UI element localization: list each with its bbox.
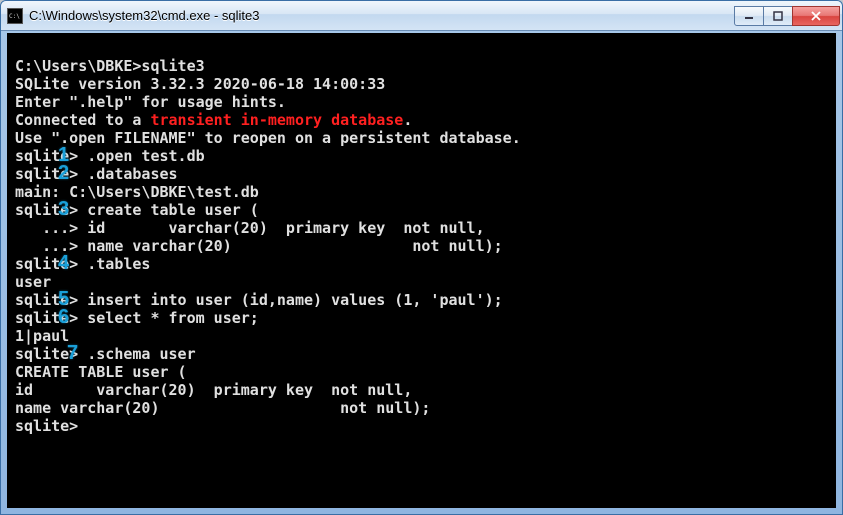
titlebar[interactable]: C:\Windows\system32\cmd.exe - sqlite3 [1, 1, 842, 31]
maximize-button[interactable] [763, 6, 793, 26]
terminal-line: sqlite> [15, 417, 828, 435]
terminal-line: CREATE TABLE user ( [15, 363, 828, 381]
terminal-area[interactable]: C:\Users\DBKE>sqlite3SQLite version 3.32… [7, 33, 836, 508]
terminal-line: sqlite> .schema user [15, 345, 828, 363]
terminal-line: ...> id varchar(20) primary key not null… [15, 219, 828, 237]
terminal-line: sqlite> .databases [15, 165, 828, 183]
terminal-line: sqlite> .open test.db [15, 147, 828, 165]
terminal-line: Connected to a transient in-memory datab… [15, 111, 828, 129]
minimize-button[interactable] [734, 6, 764, 26]
terminal-line: Use ".open FILENAME" to reopen on a pers… [15, 129, 828, 147]
terminal-line: name varchar(20) not null); [15, 399, 828, 417]
terminal-line: user [15, 273, 828, 291]
window-title: C:\Windows\system32\cmd.exe - sqlite3 [29, 8, 735, 23]
terminal-line: SQLite version 3.32.3 2020-06-18 14:00:3… [15, 75, 828, 93]
terminal-line [15, 39, 828, 57]
window-frame: C:\Windows\system32\cmd.exe - sqlite3 C:… [0, 0, 843, 515]
terminal-line: Enter ".help" for usage hints. [15, 93, 828, 111]
terminal-line: 1|paul [15, 327, 828, 345]
minimize-icon [744, 11, 754, 21]
terminal-line: sqlite> select * from user; [15, 309, 828, 327]
close-button[interactable] [792, 6, 840, 26]
terminal-line: C:\Users\DBKE>sqlite3 [15, 57, 828, 75]
terminal-line: sqlite> .tables [15, 255, 828, 273]
window-controls [735, 6, 840, 26]
app-icon [7, 8, 23, 24]
terminal-line: id varchar(20) primary key not null, [15, 381, 828, 399]
terminal-line: ...> name varchar(20) not null); [15, 237, 828, 255]
terminal-line: sqlite> insert into user (id,name) value… [15, 291, 828, 309]
maximize-icon [773, 11, 783, 21]
terminal-line: sqlite> create table user ( [15, 201, 828, 219]
terminal-line: main: C:\Users\DBKE\test.db [15, 183, 828, 201]
close-icon [810, 11, 822, 21]
